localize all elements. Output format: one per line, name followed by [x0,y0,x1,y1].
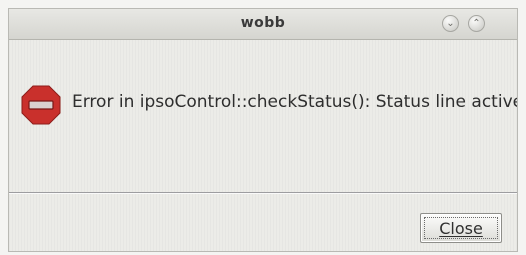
error-message: Error in ipsoControl::checkStatus(): Sta… [72,92,518,112]
error-dialog-window: wobb ⌄ ⌃ Error in ipsoControl::checkStat… [8,8,518,252]
minimize-button[interactable]: ⌄ [442,15,459,32]
close-button-label: Close [439,218,483,238]
title-bar[interactable]: wobb ⌄ ⌃ [9,9,517,40]
stop-sign-icon [21,85,61,125]
close-button[interactable]: Close [420,213,502,243]
dialog-footer: Close [9,194,517,251]
chevron-down-icon: ⌄ [446,17,455,29]
window-title: wobb [240,15,286,31]
maximize-button[interactable]: ⌃ [468,15,485,32]
chevron-up-icon: ⌃ [472,17,481,29]
dialog-body: Error in ipsoControl::checkStatus(): Sta… [9,40,517,192]
